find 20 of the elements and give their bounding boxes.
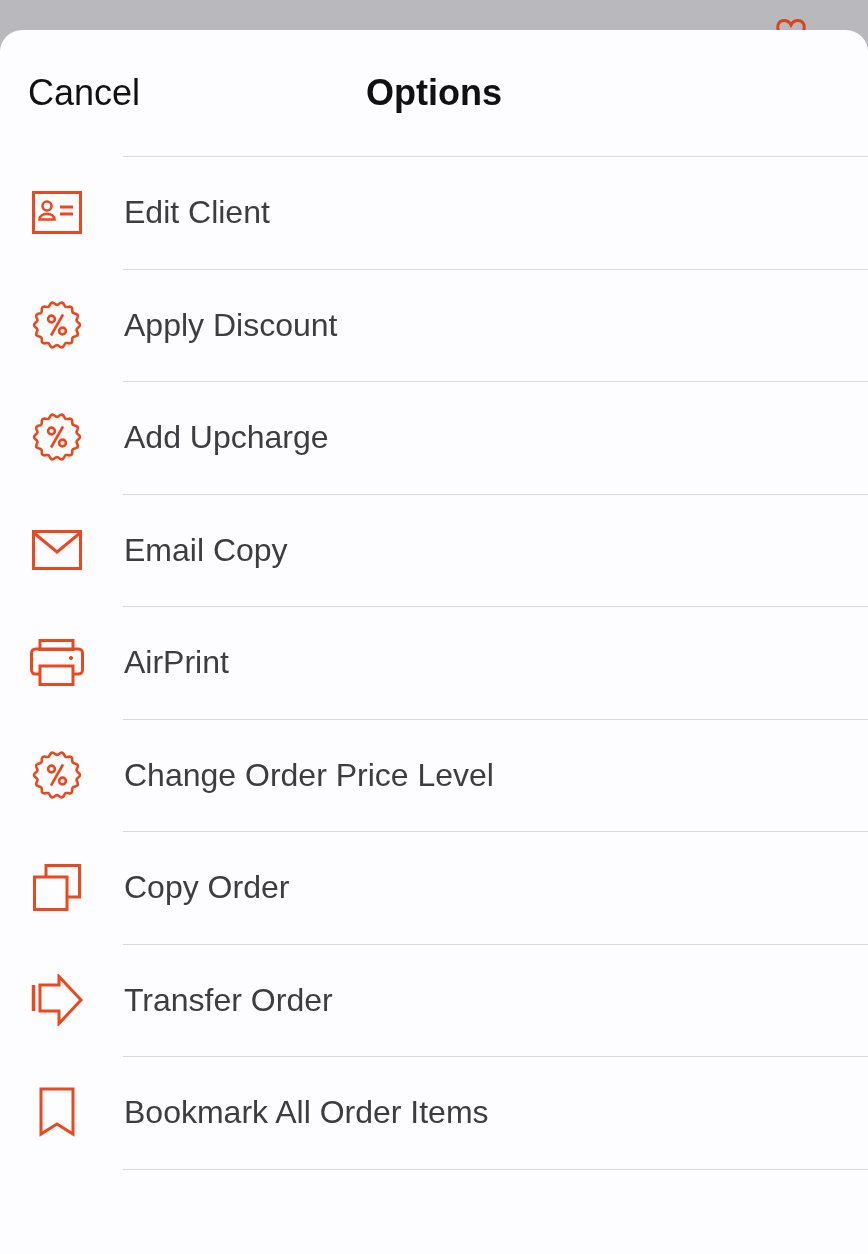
percent-badge-icon: [32, 299, 82, 350]
menu-item[interactable]: Apply Discount: [0, 268, 868, 381]
percent-badge-icon: [32, 412, 82, 463]
menu-item[interactable]: Change Order Price Level: [0, 718, 868, 831]
menu-item[interactable]: Bookmark All Order Items: [0, 1056, 868, 1169]
copy-icon: [33, 863, 81, 911]
percent-badge-icon: [32, 749, 82, 800]
envelope-icon: [32, 529, 82, 570]
cancel-button[interactable]: Cancel: [28, 72, 141, 114]
id-card-icon: [32, 190, 82, 234]
menu-item[interactable]: Add Upcharge: [0, 381, 868, 494]
printer-icon: [30, 638, 84, 686]
sheet-title: Options: [366, 72, 502, 114]
arrow-icon: [30, 973, 84, 1026]
menu-item[interactable]: Transfer Order: [0, 943, 868, 1056]
menu-item[interactable]: Email Copy: [0, 493, 868, 606]
menu-item[interactable]: Edit Client: [0, 156, 868, 269]
menu-item[interactable]: AirPrint: [0, 606, 868, 719]
bookmark-icon: [39, 1087, 75, 1138]
menu-item[interactable]: Copy Order: [0, 831, 868, 944]
